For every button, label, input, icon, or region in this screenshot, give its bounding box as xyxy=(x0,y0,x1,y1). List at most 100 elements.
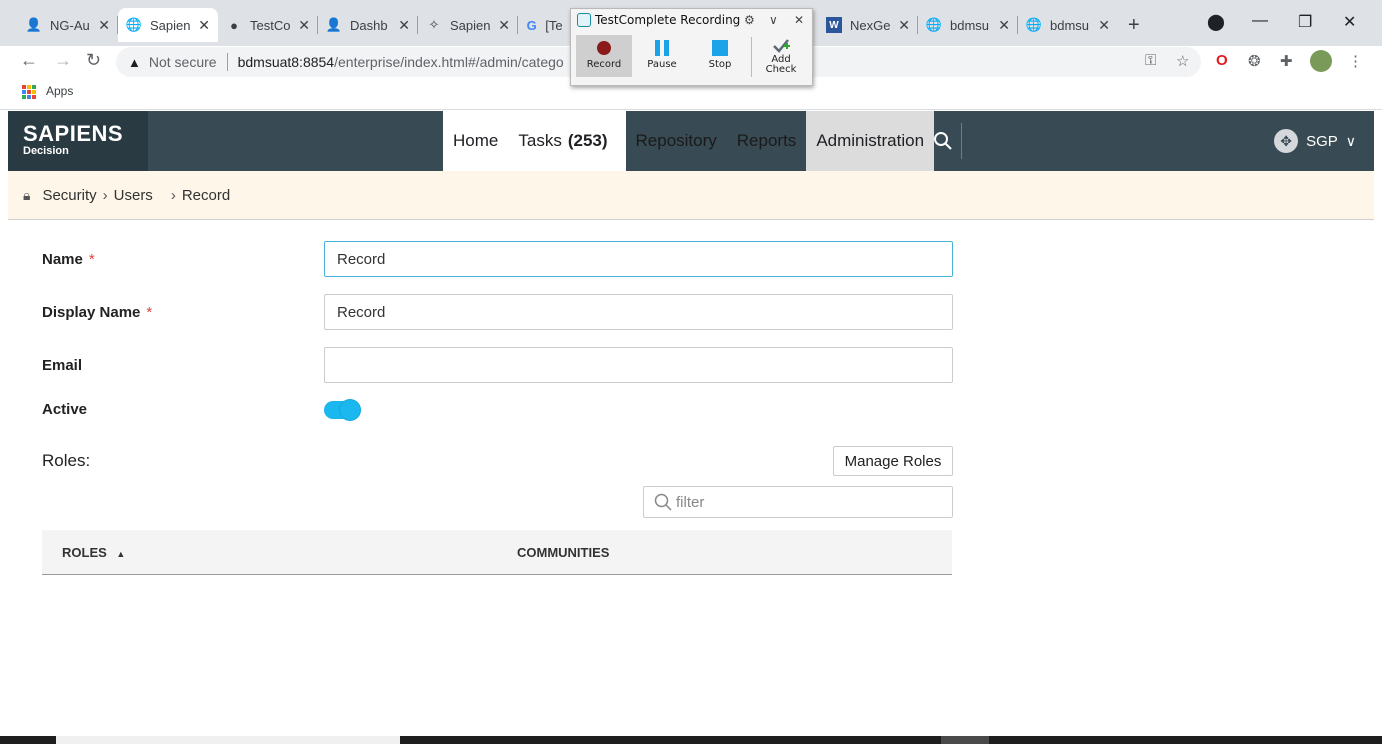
display-name-input[interactable]: Record xyxy=(324,294,953,330)
breadcrumb-users[interactable]: Users xyxy=(114,187,153,204)
close-icon[interactable]: ✕ xyxy=(98,17,110,34)
apps-grid-icon[interactable] xyxy=(22,85,36,99)
roles-table-header: ROLES ▲ COMMUNITIES xyxy=(42,530,952,575)
browser-tab[interactable]: ● TestCo ✕ xyxy=(218,8,318,42)
tab-title: NexGe xyxy=(850,17,891,33)
restore-icon[interactable]: ❐ xyxy=(1298,12,1312,32)
user-menu[interactable]: ✥ SGP ∨ xyxy=(1274,129,1356,153)
globe-icon: 🌐 xyxy=(925,17,943,32)
browser-tab[interactable]: 🌐 bdmsu ✕ xyxy=(1018,8,1118,42)
apps-bookmark[interactable]: Apps xyxy=(46,84,73,98)
close-icon[interactable]: ✕ xyxy=(198,17,210,34)
sort-ascending-icon: ▲ xyxy=(116,549,126,559)
logo-sub: Decision xyxy=(23,145,69,157)
column-header-roles[interactable]: ROLES ▲ xyxy=(62,545,125,560)
taskbar-item[interactable] xyxy=(941,736,989,744)
sapiens-logo[interactable]: SAPIENS Decision xyxy=(8,111,148,171)
active-toggle[interactable] xyxy=(324,400,360,420)
nav-repository-label: Repository xyxy=(635,131,717,150)
key-icon[interactable]: ⚿ xyxy=(1145,52,1156,69)
browser-tab[interactable]: G [Tes xyxy=(518,8,570,42)
testcomplete-recording-panel: TestComplete Recording ⚙ ∨ ✕ Record Paus… xyxy=(570,8,813,86)
breadcrumb-security[interactable]: Security xyxy=(42,187,96,204)
close-icon[interactable]: ✕ xyxy=(1098,17,1110,34)
divider xyxy=(226,53,228,71)
browser-tab[interactable]: 🌐 bdmsu ✕ xyxy=(918,8,1018,42)
close-icon[interactable]: ✕ xyxy=(794,13,804,27)
nav-tasks[interactable]: Tasks (253) xyxy=(508,111,626,171)
add-check-icon xyxy=(772,37,790,55)
stop-icon xyxy=(712,37,728,59)
profile-avatar-icon[interactable] xyxy=(1310,50,1332,72)
divider xyxy=(751,37,752,77)
browser-tab[interactable]: W NexGe ✕ xyxy=(818,8,918,42)
taskbar-item[interactable] xyxy=(56,736,400,744)
tab-title: Sapien xyxy=(150,17,191,33)
nav-home-label: Home xyxy=(453,131,499,150)
new-tab-icon[interactable]: + xyxy=(1128,14,1140,37)
tc-pause-button[interactable]: Pause xyxy=(634,35,690,77)
opera-extension-icon[interactable]: O xyxy=(1216,52,1228,69)
testcomplete-logo-icon xyxy=(577,13,591,27)
nav-tasks-label: Tasks xyxy=(518,131,562,150)
more-menu-icon[interactable]: ⋮ xyxy=(1348,52,1363,70)
close-icon[interactable]: ✕ xyxy=(898,17,910,34)
tab-title: NG-Au xyxy=(50,17,90,33)
close-icon[interactable]: ✕ xyxy=(298,17,310,34)
tc-check-label: Check xyxy=(765,64,797,75)
window-close-icon[interactable]: ✕ xyxy=(1343,12,1356,32)
chevron-down-icon: ∨ xyxy=(1345,132,1356,149)
nav-reports[interactable]: Reports xyxy=(726,111,807,171)
tc-stop-button[interactable]: Stop xyxy=(692,35,748,77)
lock-icon: 🔒︎ xyxy=(23,186,31,203)
close-icon[interactable]: ✕ xyxy=(498,17,510,34)
record-icon xyxy=(596,37,612,59)
chevron-down-icon[interactable]: ∨ xyxy=(769,13,778,27)
gear-icon[interactable]: ⚙ xyxy=(744,13,755,27)
forward-arrow-icon[interactable]: → xyxy=(54,50,72,71)
column-header-communities[interactable]: COMMUNITIES xyxy=(517,545,609,560)
tab-title: [Tes xyxy=(545,17,562,33)
tc-stop-label: Stop xyxy=(708,59,732,70)
nav-home[interactable]: Home xyxy=(443,111,509,171)
star-icon[interactable]: ☆ xyxy=(1176,52,1189,70)
close-icon[interactable]: ✕ xyxy=(398,17,410,34)
breadcrumb: 🔒︎ Security › Users › Record xyxy=(8,171,1374,220)
display-name-label: Display Name * xyxy=(42,304,153,321)
browser-tab[interactable]: 👤 Dashb ✕ xyxy=(318,8,418,42)
browser-tab[interactable]: 👤 NG-Au ✕ xyxy=(18,8,118,42)
reload-icon[interactable]: ↻ xyxy=(86,50,101,71)
display-name-value: Record xyxy=(337,303,386,321)
back-arrow-icon[interactable]: ← xyxy=(20,50,38,71)
tab-title: bdmsu xyxy=(1050,17,1090,33)
roles-filter-input[interactable]: filter xyxy=(643,486,953,518)
browser-tab[interactable]: ✧ Sapien ✕ xyxy=(418,8,518,42)
manage-roles-button[interactable]: Manage Roles xyxy=(833,446,953,476)
browser-tab-active[interactable]: 🌐 Sapien ✕ xyxy=(118,8,218,42)
tc-record-button[interactable]: Record xyxy=(576,35,632,77)
email-input[interactable] xyxy=(324,347,953,383)
nav-repository[interactable]: Repository xyxy=(625,111,727,171)
tc-record-label: Record xyxy=(586,59,622,70)
security-status[interactable]: Not secure xyxy=(149,54,217,70)
sapiens-icon: ✧ xyxy=(428,17,440,32)
close-icon[interactable]: ✕ xyxy=(998,17,1010,34)
nav-administration[interactable]: Administration xyxy=(806,111,935,171)
search-icon xyxy=(654,493,672,511)
url-text[interactable]: bdmsuat8:8854/enterprise/index.html#/adm… xyxy=(238,54,564,70)
required-mark: * xyxy=(146,304,153,321)
tab-title: TestCo xyxy=(250,17,291,33)
chevron-right-icon: › xyxy=(102,186,108,204)
tab-search-icon[interactable]: ⬤ xyxy=(1207,12,1225,32)
minimize-icon[interactable]: — xyxy=(1252,12,1268,30)
tab-title: Dashb xyxy=(350,17,388,33)
name-input[interactable]: Record xyxy=(324,241,953,277)
puzzle-icon[interactable]: ✚ xyxy=(1280,52,1293,70)
url-path: /enterprise/index.html#/admin/catego xyxy=(334,54,564,70)
extension-icon[interactable]: ❂ xyxy=(1248,52,1261,70)
search-button[interactable] xyxy=(924,123,962,159)
name-value: Record xyxy=(337,250,386,268)
user-label: SGP xyxy=(1306,132,1338,150)
breadcrumb-current: Record xyxy=(181,186,231,204)
tc-add-check-button[interactable]: Add Check xyxy=(753,35,809,77)
